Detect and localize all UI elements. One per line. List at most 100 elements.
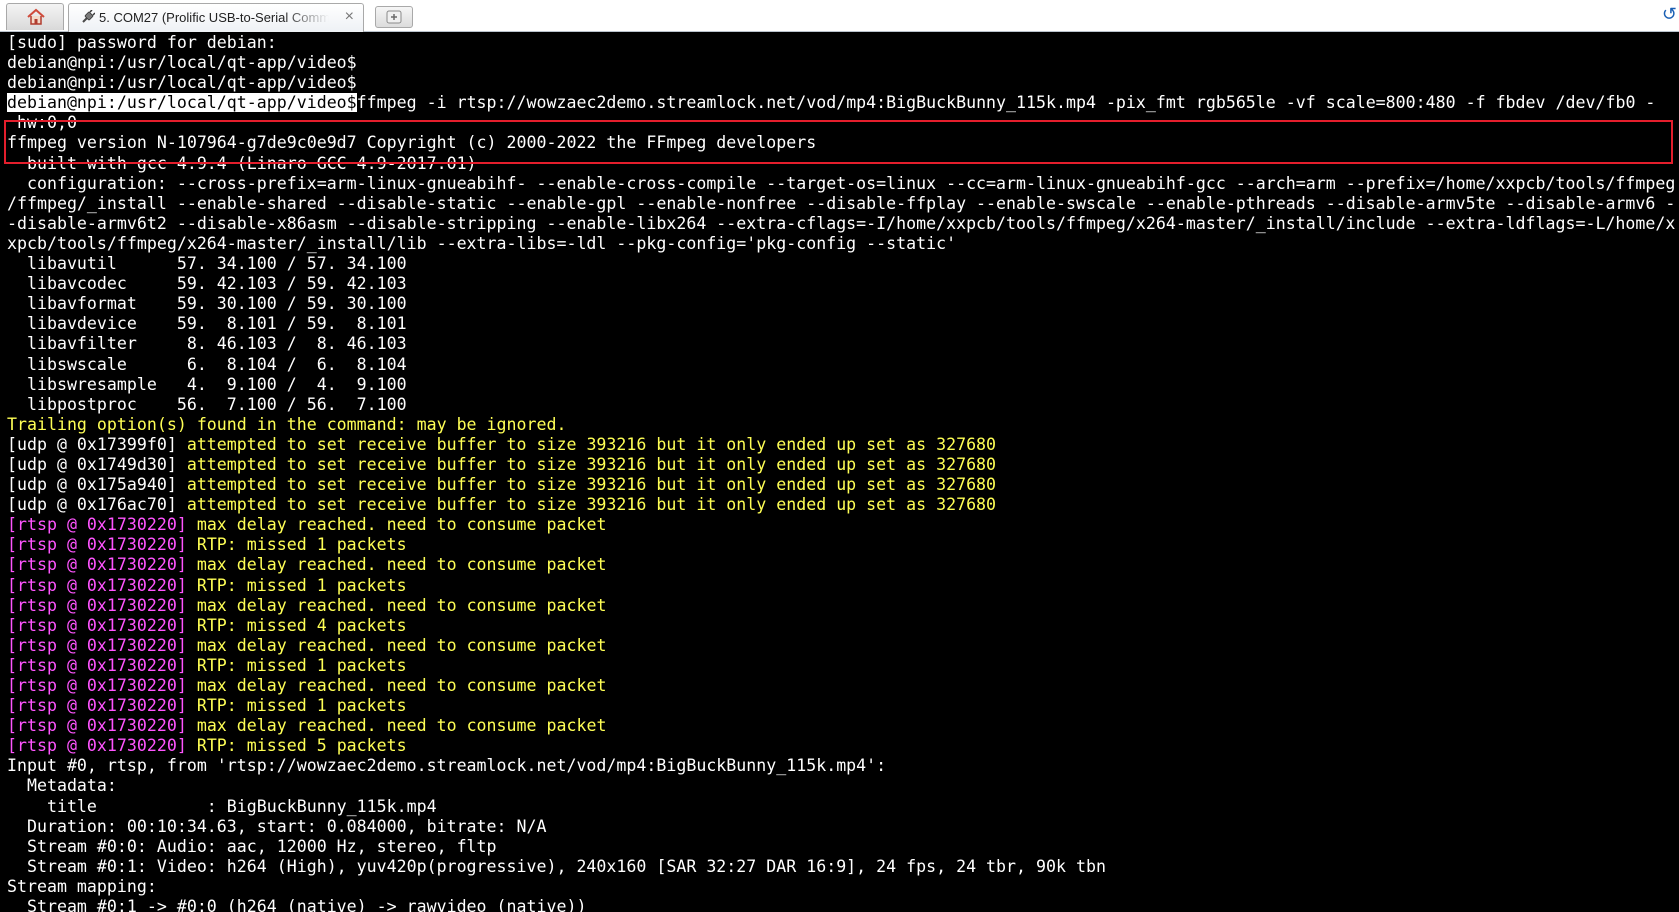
terminal-text: [rtsp @ 0x1730220]: [7, 655, 197, 675]
terminal-text: Stream #0:1: Video: h264 (High), yuv420p…: [7, 856, 1106, 876]
terminal-text: RTP: missed 1 packets: [196, 696, 407, 716]
terminal-text: RTP: missed 1 packets: [196, 535, 407, 555]
terminal-text: [rtsp @ 0x1730220]: [7, 615, 197, 635]
terminal-line: built with gcc 4.9.4 (Linaro GCC 4.9-201…: [7, 154, 1675, 174]
terminal-line: libswscale 6. 8.104 / 6. 8.104: [7, 355, 1675, 375]
command-line-continued: hw:0,0: [7, 113, 1675, 133]
terminal-line: ffmpeg version N-107964-g7de9c0e9d7 Copy…: [7, 133, 1675, 153]
terminal-text: [udp @ 0x17399f0]: [7, 434, 187, 454]
terminal-line: [rtsp @ 0x1730220] max delay reached. ne…: [7, 515, 1675, 535]
terminal-line: -disable-armv6t2 --disable-x86asm --disa…: [7, 214, 1675, 234]
terminal-line: Stream #0:1 -> #0:0 (h264 (native) -> ra…: [7, 897, 1675, 912]
terminal-text: attempted to set receive buffer to size …: [186, 475, 997, 495]
terminal-text: max delay reached. need to consume packe…: [196, 716, 607, 736]
terminal-lines: [sudo] password for debian: debian@npi:/u…: [7, 33, 1675, 912]
terminal-text: built with gcc 4.9.4 (Linaro GCC 4.9-201…: [7, 153, 477, 173]
terminal-text: Stream mapping:: [7, 876, 157, 896]
terminal-text: [rtsp @ 0x1730220]: [7, 716, 197, 736]
terminal-text: ffmpeg version N-107964-g7de9c0e9d7 Copy…: [7, 133, 817, 153]
terminal-text: [rtsp @ 0x1730220]: [7, 736, 197, 756]
terminal-text: Metadata:: [7, 776, 117, 796]
ffmpeg-command: ffmpeg -i rtsp://wowzaec2demo.streamlock…: [356, 93, 1656, 113]
terminal-line: [udp @ 0x17399f0] attempted to set recei…: [7, 435, 1675, 455]
terminal-text: title : BigBuckBunny_115k.mp4: [7, 796, 437, 816]
terminal-text: [rtsp @ 0x1730220]: [7, 595, 197, 615]
terminal-line: libavfilter 8. 46.103 / 8. 46.103: [7, 334, 1675, 354]
terminal-text: libswscale 6. 8.104 / 6. 8.104: [7, 354, 407, 374]
terminal-line: [rtsp @ 0x1730220] RTP: missed 1 packets: [7, 535, 1675, 555]
terminal-text: Stream #0:1 -> #0:0 (h264 (native) -> ra…: [7, 897, 587, 912]
terminal-line: Stream mapping:: [7, 877, 1675, 897]
terminal-line: [rtsp @ 0x1730220] max delay reached. ne…: [7, 636, 1675, 656]
terminal-text: libavutil 57. 34.100 / 57. 34.100: [7, 254, 407, 274]
close-tab-button[interactable]: ×: [345, 7, 354, 27]
terminal-line: libpostproc 56. 7.100 / 56. 7.100: [7, 395, 1675, 415]
terminal-line: libswresample 4. 9.100 / 4. 9.100: [7, 375, 1675, 395]
command-line: debian@npi:/usr/local/qt-app/video$ffmpe…: [7, 93, 1675, 113]
terminal-text: libavdevice 59. 8.101 / 59. 8.101: [7, 314, 407, 334]
ffmpeg-command-continued: hw:0,0: [7, 113, 77, 133]
terminal-text: configuration: --cross-prefix=arm-linux-…: [7, 173, 1676, 193]
terminal-text: Duration: 00:10:34.63, start: 0.084000, …: [7, 816, 547, 836]
terminal-line: title : BigBuckBunny_115k.mp4: [7, 797, 1675, 817]
terminal-text: [rtsp @ 0x1730220]: [7, 575, 197, 595]
terminal-text: xpcb/tools/ffmpeg/x264-master/_install/l…: [7, 233, 957, 253]
terminal-text: Stream #0:0: Audio: aac, 12000 Hz, stere…: [7, 836, 497, 856]
terminal-line: configuration: --cross-prefix=arm-linux-…: [7, 174, 1675, 194]
terminal-text: libswresample 4. 9.100 / 4. 9.100: [7, 374, 407, 394]
terminal-text: [rtsp @ 0x1730220]: [7, 535, 197, 555]
terminal-text: [udp @ 0x1749d30]: [7, 454, 187, 474]
terminal-line: libavutil 57. 34.100 / 57. 34.100: [7, 254, 1675, 274]
terminal-text: RTP: missed 5 packets: [196, 736, 407, 756]
terminal-text: debian@npi:/usr/local/qt-app/video$: [7, 73, 357, 93]
terminal-text: max delay reached. need to consume packe…: [196, 515, 607, 535]
terminal-text: [rtsp @ 0x1730220]: [7, 555, 197, 575]
terminal-line: [sudo] password for debian:: [7, 33, 1675, 53]
session-tab-com27[interactable]: 5. COM27 (Prolific USB-to-Serial Comm Po…: [68, 3, 364, 32]
terminal-text: max delay reached. need to consume packe…: [196, 555, 607, 575]
terminal-text: [rtsp @ 0x1730220]: [7, 696, 197, 716]
terminal-text: debian@npi:/usr/local/qt-app/video$: [7, 53, 357, 73]
terminal-output[interactable]: [sudo] password for debian: debian@npi:/u…: [0, 32, 1679, 912]
terminal-text: [rtsp @ 0x1730220]: [7, 635, 197, 655]
terminal-text: Input #0, rtsp, from 'rtsp://wowzaec2dem…: [7, 756, 887, 776]
terminal-line: Trailing option(s) found in the command:…: [7, 415, 1675, 435]
terminal-line: [udp @ 0x1749d30] attempted to set recei…: [7, 455, 1675, 475]
terminal-text: Trailing option(s) found in the command:…: [7, 414, 567, 434]
terminal-line: Metadata:: [7, 776, 1675, 796]
terminal-text: [udp @ 0x176ac70]: [7, 495, 187, 515]
terminal-line: [rtsp @ 0x1730220] RTP: missed 1 packets: [7, 656, 1675, 676]
terminal-line: [rtsp @ 0x1730220] max delay reached. ne…: [7, 596, 1675, 616]
terminal-text: attempted to set receive buffer to size …: [186, 495, 997, 515]
terminal-text: -disable-armv6t2 --disable-x86asm --disa…: [7, 213, 1676, 233]
terminal-text: [rtsp @ 0x1730220]: [7, 515, 197, 535]
terminal-line: [rtsp @ 0x1730220] RTP: missed 1 packets: [7, 576, 1675, 596]
terminal-text: [udp @ 0x175a940]: [7, 475, 187, 495]
terminal-line: debian@npi:/usr/local/qt-app/video$: [7, 53, 1675, 73]
refresh-icon[interactable]: ↺: [1662, 4, 1677, 25]
new-tab-button[interactable]: [375, 6, 413, 28]
terminal-line: Input #0, rtsp, from 'rtsp://wowzaec2dem…: [7, 756, 1675, 776]
terminal-line: [udp @ 0x175a940] attempted to set recei…: [7, 475, 1675, 495]
terminal-line: xpcb/tools/ffmpeg/x264-master/_install/l…: [7, 234, 1675, 254]
terminal-text: RTP: missed 4 packets: [196, 615, 407, 635]
terminal-text: libavfilter 8. 46.103 / 8. 46.103: [7, 334, 407, 354]
terminal-text: max delay reached. need to consume packe…: [196, 676, 607, 695]
terminal-text: max delay reached. need to consume packe…: [196, 595, 607, 615]
terminal-line: [rtsp @ 0x1730220] max delay reached. ne…: [7, 716, 1675, 736]
terminal-text: libavcodec 59. 42.103 / 59. 42.103: [7, 274, 407, 294]
terminal-text: attempted to set receive buffer to size …: [186, 454, 997, 474]
terminal-text: max delay reached. need to consume packe…: [196, 635, 607, 655]
terminal-line: Duration: 00:10:34.63, start: 0.084000, …: [7, 817, 1675, 837]
plug-icon: [82, 10, 95, 23]
terminal-line: [rtsp @ 0x1730220] max delay reached. ne…: [7, 676, 1675, 696]
session-tab-title: 5. COM27 (Prolific USB-to-Serial Comm Po…: [99, 10, 329, 25]
terminal-line: Stream #0:0: Audio: aac, 12000 Hz, stere…: [7, 837, 1675, 857]
terminal-line: debian@npi:/usr/local/qt-app/video$: [7, 73, 1675, 93]
terminal-line: [rtsp @ 0x1730220] RTP: missed 1 packets: [7, 696, 1675, 716]
terminal-line: Stream #0:1: Video: h264 (High), yuv420p…: [7, 857, 1675, 877]
home-tab[interactable]: [6, 3, 64, 30]
command-prompt: debian@npi:/usr/local/qt-app/video$: [7, 93, 357, 113]
terminal-line: libavcodec 59. 42.103 / 59. 42.103: [7, 274, 1675, 294]
tab-bar: 5. COM27 (Prolific USB-to-Serial Comm Po…: [0, 0, 1679, 32]
